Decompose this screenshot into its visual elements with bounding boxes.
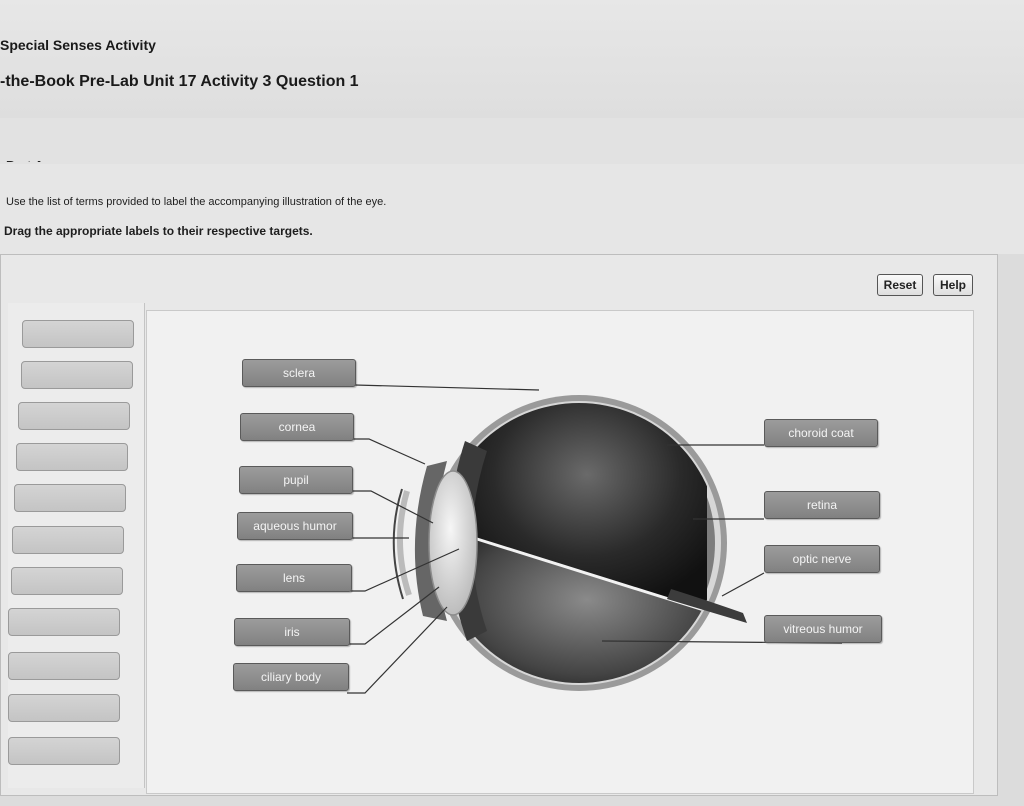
label-aqueous-humor[interactable]: aqueous humor	[237, 512, 353, 540]
term-slot[interactable]	[14, 484, 126, 512]
instruction-text: Use the list of terms provided to label …	[6, 196, 387, 208]
label-optic-nerve[interactable]: optic nerve	[764, 545, 880, 573]
label-retina[interactable]: retina	[764, 491, 880, 519]
question-title: -the-Book Pre-Lab Unit 17 Activity 3 Que…	[0, 73, 359, 90]
term-bank	[8, 303, 145, 788]
part-label: Part A	[6, 152, 44, 162]
help-button[interactable]: Help	[933, 274, 973, 296]
term-slot[interactable]	[8, 737, 120, 765]
term-slot[interactable]	[8, 694, 120, 722]
part-header: Part A	[0, 118, 1024, 165]
label-iris[interactable]: iris	[234, 618, 350, 646]
eyeball	[392, 395, 747, 691]
page-header: Special Senses Activity -the-Book Pre-La…	[0, 0, 1024, 119]
instructions: Use the list of terms provided to label …	[0, 164, 1024, 254]
term-slot[interactable]	[11, 567, 123, 595]
label-pupil[interactable]: pupil	[239, 466, 353, 494]
label-ciliary-body[interactable]: ciliary body	[233, 663, 349, 691]
term-slot[interactable]	[18, 402, 130, 430]
course-title: Special Senses Activity	[0, 37, 156, 53]
term-slot[interactable]	[8, 652, 120, 680]
label-choroid-coat[interactable]: choroid coat	[764, 419, 878, 447]
term-slot[interactable]	[8, 608, 120, 636]
term-slot[interactable]	[22, 320, 134, 348]
label-vitreous-humor[interactable]: vitreous humor	[764, 615, 882, 643]
label-lens[interactable]: lens	[236, 564, 352, 592]
reset-button[interactable]: Reset	[877, 274, 923, 296]
drag-instruction: Drag the appropriate labels to their res…	[4, 224, 313, 238]
term-slot[interactable]	[16, 443, 128, 471]
term-slot[interactable]	[21, 361, 133, 389]
label-cornea[interactable]: cornea	[240, 413, 354, 441]
term-slot[interactable]	[12, 526, 124, 554]
label-canvas: sclera cornea pupil aqueous humor lens i…	[146, 310, 974, 794]
label-sclera[interactable]: sclera	[242, 359, 356, 387]
